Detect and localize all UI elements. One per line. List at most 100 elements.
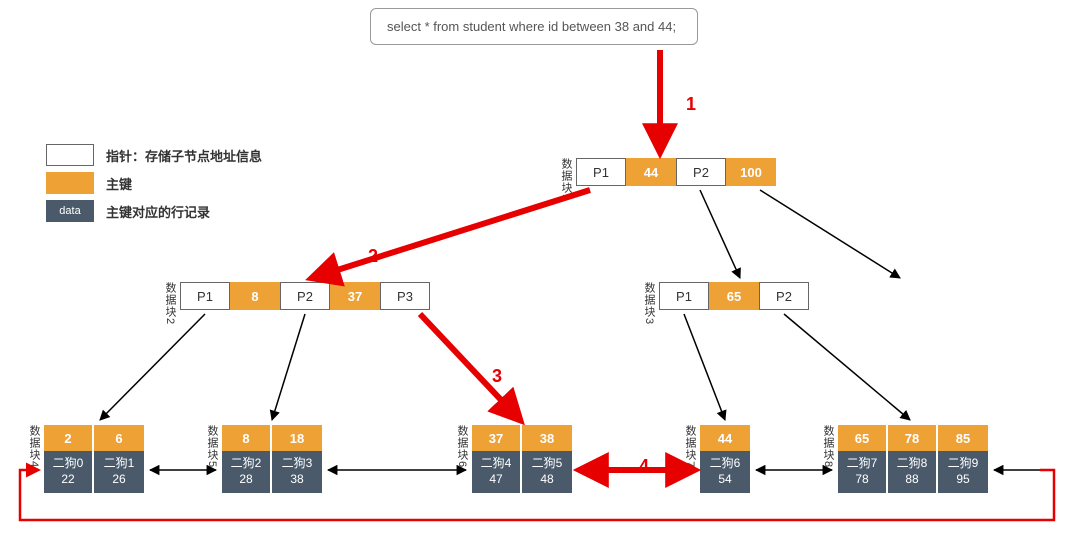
pointer-cell: P1 [576,158,626,186]
block-label-prefix: 数据块 [684,425,696,461]
leaf-column: 8二狗228 [222,425,272,493]
internal-node-left: P18P237P3 [180,282,430,310]
block-label-no: 2 [164,318,176,325]
legend: 指针：存储子节点地址信息 主键 data 主键对应的行记录 [46,138,262,228]
pointer-cell: P2 [280,282,330,310]
key-cell: 65 [709,282,759,310]
leaf-key: 85 [938,425,988,451]
block-label-prefix: 数据块 [560,158,572,194]
leaf-column: 18二狗338 [272,425,322,493]
block-label-no: 3 [643,318,655,325]
leaf-row-name: 二狗1 [104,456,135,472]
step-arrow-2 [312,190,590,278]
block-label-prefix: 数据块 [28,425,40,461]
edge-root-right [700,190,740,278]
legend-pointer: 指针：存储子节点地址信息 [46,144,262,166]
block-label-no: 6 [456,461,468,468]
step-4: 4 [639,456,649,477]
pointer-cell: P1 [180,282,230,310]
leaf-column: 65 二狗778 [838,425,888,493]
leaf-key: 65 [838,425,888,451]
step-3: 3 [492,366,502,387]
leaf-row-val: 22 [61,472,74,488]
leaf-row-val: 48 [540,472,553,488]
leaf-row-val: 95 [956,472,969,488]
pointer-cell: P2 [676,158,726,186]
leaf-column: 78二狗888 [888,425,938,493]
leaf-data: 二狗447 [472,451,522,493]
legend-swatch-data: data [46,200,94,222]
step-1: 1 [686,94,696,115]
edge-ir-2 [784,314,910,420]
leaf-column: 37二狗447 [472,425,522,493]
block-label-4: 数据块4 [26,425,42,468]
leaf-row-name: 二狗9 [948,456,979,472]
leaf-node-7: 44二狗654 [700,425,750,493]
leaf-data: 二狗995 [938,451,988,493]
legend-data-text: data [59,205,80,217]
leaf-row-name: 二狗0 [53,456,84,472]
block-label-no: 4 [28,461,40,468]
step-2: 2 [368,246,378,267]
sql-query-box: select * from student where id between 3… [370,8,698,45]
leaf-column: 44二狗654 [700,425,750,493]
pointer-cell: P2 [759,282,809,310]
edge-ir-1 [684,314,725,420]
legend-swatch-pointer [46,144,94,166]
block-label-1: 数据块1 [558,158,574,201]
block-label-8: 数据块8 [820,425,836,468]
leaf-row-name: 二狗4 [481,456,512,472]
leaf-row-name: 二狗6 [710,456,741,472]
legend-swatch-pk [46,172,94,194]
legend-pk-label: 主键 [106,174,132,193]
root-node: P144P2100 [576,158,776,186]
key-cell: 8 [230,282,280,310]
leaf-data: 二狗338 [272,451,322,493]
block-label-3: 数据块3 [641,282,657,325]
leaf-key: 44 [700,425,750,451]
block-label-6: 数据块6 [454,425,470,468]
leaf-node-8: 65二狗77878二狗88885二狗995 [838,425,988,493]
block-label-5: 数据块5 [204,425,220,468]
leaf-row-val: 78 [855,472,868,488]
leaf-row-val: 54 [718,472,731,488]
leaf-row-name: 二狗8 [897,456,928,472]
leaf-row-val: 26 [112,472,125,488]
leaf-key: 78 [888,425,938,451]
leaf-column: 38 二狗548 [522,425,572,493]
pointer-cell: P1 [659,282,709,310]
leaf-data: 二狗228 [222,451,272,493]
block-label-no: 5 [206,461,218,468]
block-label-prefix: 数据块 [164,282,176,318]
leaf-data: 二狗126 [94,451,144,493]
block-label-no: 1 [560,194,572,201]
key-cell: 100 [726,158,776,186]
block-label-no: 8 [822,461,834,468]
legend-row-label: 主键对应的行记录 [106,202,210,221]
legend-primary-key: 主键 [46,172,262,194]
internal-node-right: P165P2 [659,282,809,310]
leaf-key: 6 [94,425,144,451]
block-label-prefix: 数据块 [822,425,834,461]
legend-row-record: data 主键对应的行记录 [46,200,262,222]
leaf-column: 85二狗995 [938,425,988,493]
leaf-data: 二狗888 [888,451,938,493]
key-cell: 37 [330,282,380,310]
edge-il-2 [272,314,305,420]
leaf-key: 38 [522,425,572,451]
leaf-key: 18 [272,425,322,451]
leaf-row-val: 88 [905,472,918,488]
leaf-data: 二狗654 [700,451,750,493]
leaf-key: 8 [222,425,272,451]
block-label-7: 数据块7 [682,425,698,468]
block-label-2: 数据块2 [162,282,178,325]
leaf-row-val: 38 [290,472,303,488]
block-label-prefix: 数据块 [206,425,218,461]
leaf-row-val: 28 [239,472,252,488]
edge-il-1 [100,314,205,420]
leaf-row-name: 二狗5 [532,456,563,472]
leaf-row-name: 二狗3 [282,456,313,472]
leaf-row-name: 二狗7 [847,456,878,472]
edge-root-far [760,190,900,278]
leaf-column: 2二狗022 [44,425,94,493]
